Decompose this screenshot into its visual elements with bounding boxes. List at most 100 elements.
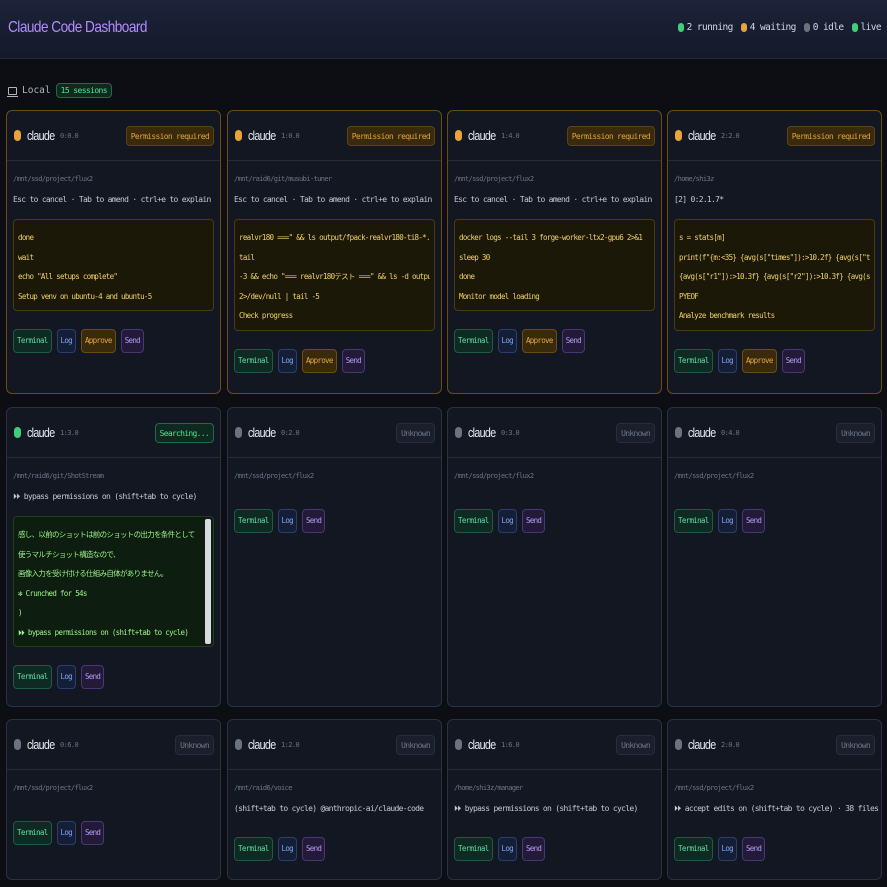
status-badge: Unknown [616, 423, 655, 443]
send-button[interactable]: Send [741, 837, 766, 861]
terminal-line: docker logs --tail 3 forge-worker-ltx2-g… [459, 233, 643, 242]
session-name: claude [688, 128, 716, 143]
card-actions: Terminal Log Approve Send [674, 349, 805, 373]
card-header: claude 1:4.0 Permission required [448, 111, 661, 161]
send-button[interactable]: Send [781, 349, 805, 373]
session-card[interactable]: claude 1:0.0 Permission required/mnt/raid6… [227, 110, 442, 394]
log-button[interactable]: Log [717, 509, 737, 533]
terminal-button[interactable]: Terminal [234, 837, 273, 861]
terminal-button[interactable]: Terminal [13, 329, 52, 353]
terminal-preview[interactable]: docker logs --tail 3 forge-worker-ltx2-g… [454, 219, 655, 311]
send-button[interactable]: Send [341, 349, 365, 373]
status-badge: Unknown [396, 423, 435, 443]
card-actions: Terminal Log Send [234, 509, 326, 533]
status-badge: Unknown [175, 735, 214, 755]
session-name: claude [248, 128, 276, 143]
log-button[interactable]: Log [717, 349, 737, 373]
status-badge: Permission required [786, 126, 875, 146]
send-button[interactable]: Send [80, 665, 105, 689]
live-dot-icon [851, 23, 858, 32]
session-count-badge: 15 sessions [55, 83, 112, 98]
session-message: Esc to cancel · Tab to amend · ctrl+e to… [13, 195, 211, 204]
log-button[interactable]: Log [717, 837, 737, 861]
status-dot-icon [455, 427, 462, 438]
terminal-button[interactable]: Terminal [454, 837, 493, 861]
session-pane-id: 2:0.0 [721, 741, 740, 749]
log-button[interactable]: Log [497, 837, 517, 861]
status-badge: Unknown [836, 735, 875, 755]
send-button[interactable]: Send [120, 329, 144, 353]
session-pane-id: 0:0.0 [60, 132, 79, 140]
session-card[interactable]: claude 0:0.0 Permission required/mnt/ssd/p… [6, 110, 221, 394]
terminal-preview[interactable]: done wait echo "All setups complete" Setup … [13, 219, 214, 311]
session-card[interactable]: claude 2:2.0 Permission required/home/shi3… [667, 110, 882, 394]
status-summary: 2 running 4 waiting 0 idle live [677, 22, 882, 33]
terminal-button[interactable]: Terminal [674, 349, 713, 373]
session-path: /mnt/ssd/project/flux2 [674, 784, 754, 792]
terminal-line: echo "All setups complete" [18, 272, 118, 281]
approve-button[interactable]: Approve [741, 349, 777, 373]
laptop-icon [7, 86, 18, 97]
card-header: claude 0:0.0 Permission required [7, 111, 220, 161]
send-button[interactable]: Send [561, 329, 585, 353]
status-badge: Permission required [346, 126, 435, 146]
terminal-line: ⏵⏵ bypass permissions on (shift+tab to c… [18, 627, 189, 637]
terminal-scrollbar[interactable] [205, 519, 211, 644]
approve-button[interactable]: Approve [80, 329, 116, 353]
terminal-preview[interactable]: s = stats[m] print(f"{m:<35} {avg(s["time… [674, 219, 875, 331]
card-header: claude 1:6.0 Unknown [448, 720, 661, 770]
log-button[interactable]: Log [277, 837, 297, 861]
session-name: claude [468, 737, 496, 752]
log-button[interactable]: Log [277, 349, 297, 373]
card-actions: Terminal Log Send [454, 837, 546, 861]
terminal-button[interactable]: Terminal [13, 665, 52, 689]
approve-button[interactable]: Approve [301, 349, 337, 373]
card-actions: Terminal Log Send [13, 821, 105, 845]
terminal-line: Setup venv on ubuntu-4 and ubuntu-5 [18, 291, 152, 301]
idle-dot-icon [803, 23, 810, 32]
session-name: claude [688, 425, 716, 440]
terminal-button[interactable]: Terminal [234, 509, 273, 533]
session-path: /mnt/raid6/git/musubi-tuner [234, 175, 332, 183]
status-dot-icon [455, 739, 462, 750]
terminal-button[interactable]: Terminal [674, 837, 713, 861]
session-pane-id: 1:0.0 [281, 132, 300, 140]
status-badge: Unknown [836, 423, 875, 443]
log-button[interactable]: Log [56, 821, 76, 845]
send-button[interactable]: Send [521, 837, 546, 861]
session-card[interactable]: claude 1:4.0 Permission required/mnt/ssd/p… [447, 110, 662, 394]
terminal-button[interactable]: Terminal [13, 821, 52, 845]
terminal-button[interactable]: Terminal [674, 509, 713, 533]
approve-button[interactable]: Approve [521, 329, 557, 353]
terminal-button[interactable]: Terminal [454, 329, 493, 353]
status-badge: Searching... [154, 423, 214, 443]
send-button[interactable]: Send [301, 509, 326, 533]
send-button[interactable]: Send [521, 509, 546, 533]
log-button[interactable]: Log [56, 329, 76, 353]
log-button[interactable]: Log [277, 509, 297, 533]
terminal-preview[interactable]: realvr180 ===" && ls output/fpack-realvr… [234, 219, 435, 331]
session-card[interactable]: claude 1:6.0 Unknown/home/shi3z/manager ⏵⏵ … [447, 719, 662, 880]
session-card[interactable]: claude 2:0.0 Unknown/mnt/ssd/project/flux2… [667, 719, 882, 880]
session-card[interactable]: claude 0:4.0 Unknown/mnt/ssd/project/flux2… [667, 407, 882, 707]
card-actions: Terminal Log Send [454, 509, 546, 533]
log-button[interactable]: Log [56, 665, 76, 689]
log-button[interactable]: Log [497, 509, 517, 533]
session-card[interactable]: claude 1:2.0 Unknown/mnt/raid6/voice (shift… [227, 719, 442, 880]
session-card[interactable]: claude 0:3.0 Unknown/mnt/ssd/project/flux2… [447, 407, 662, 707]
session-message: (shift+tab to cycle) @anthropic-ai/claud… [234, 804, 424, 813]
send-button[interactable]: Send [741, 509, 766, 533]
terminal-button[interactable]: Terminal [234, 349, 273, 373]
session-card[interactable]: claude 0:2.0 Unknown/mnt/ssd/project/flux2… [227, 407, 442, 707]
terminal-line: 2>/dev/null | tail -5 [239, 291, 320, 301]
session-message: Esc to cancel · Tab to amend · ctrl+e to… [454, 195, 652, 204]
send-button[interactable]: Send [301, 837, 326, 861]
session-card[interactable]: claude 1:3.0 Searching... /mnt/raid6/git/Sh… [6, 407, 221, 707]
send-button[interactable]: Send [80, 821, 105, 845]
session-card[interactable]: claude 0:6.0 Unknown/mnt/ssd/project/flux2… [6, 719, 221, 880]
log-button[interactable]: Log [497, 329, 517, 353]
session-path: /mnt/ssd/project/flux2 [234, 472, 314, 480]
terminal-button[interactable]: Terminal [454, 509, 493, 533]
card-actions: Terminal Log Approve Send [234, 349, 365, 373]
terminal-preview[interactable]: 感し、以前のショットは前のショットの出力を条件として使うマルチショット構造なので… [13, 516, 214, 647]
